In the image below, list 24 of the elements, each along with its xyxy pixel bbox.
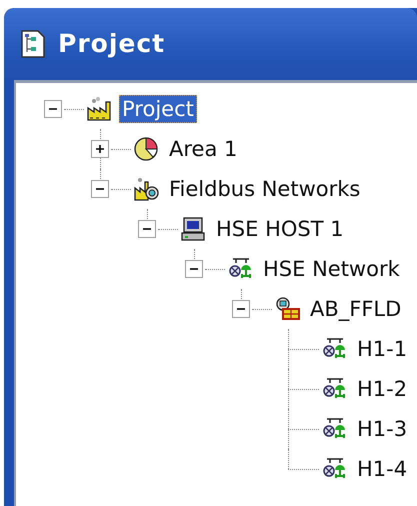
tree-item[interactable]: AB_FFLD [307,294,404,324]
pie-chart-icon [133,136,159,162]
tree-item[interactable]: H1-3 [354,414,410,444]
computer-icon [180,216,206,242]
tree-item[interactable]: H1-4 [354,454,410,484]
collapse-toggle[interactable] [91,180,109,198]
tree-item[interactable]: Area 1 [166,134,240,164]
device-bridge-icon [274,296,300,322]
collapse-toggle[interactable] [232,300,250,318]
factory-icon [86,96,112,122]
collapse-toggle[interactable] [138,220,156,238]
factory-gauge-icon [133,176,159,202]
window-title: Project [58,28,166,60]
tree-item[interactable]: HSE Network [260,254,403,284]
collapse-toggle[interactable] [185,260,203,278]
expand-toggle[interactable] [91,140,109,158]
collapse-toggle[interactable] [44,100,62,118]
tree-item[interactable]: Project [119,94,197,124]
project-document-icon [20,29,46,59]
plus-icon [95,144,105,154]
tree-item[interactable]: H1-2 [354,374,410,404]
tree-item[interactable]: Fieldbus Networks [166,174,364,204]
tree-item[interactable]: H1-1 [354,334,410,364]
tree-item[interactable]: HSE HOST 1 [213,214,347,244]
